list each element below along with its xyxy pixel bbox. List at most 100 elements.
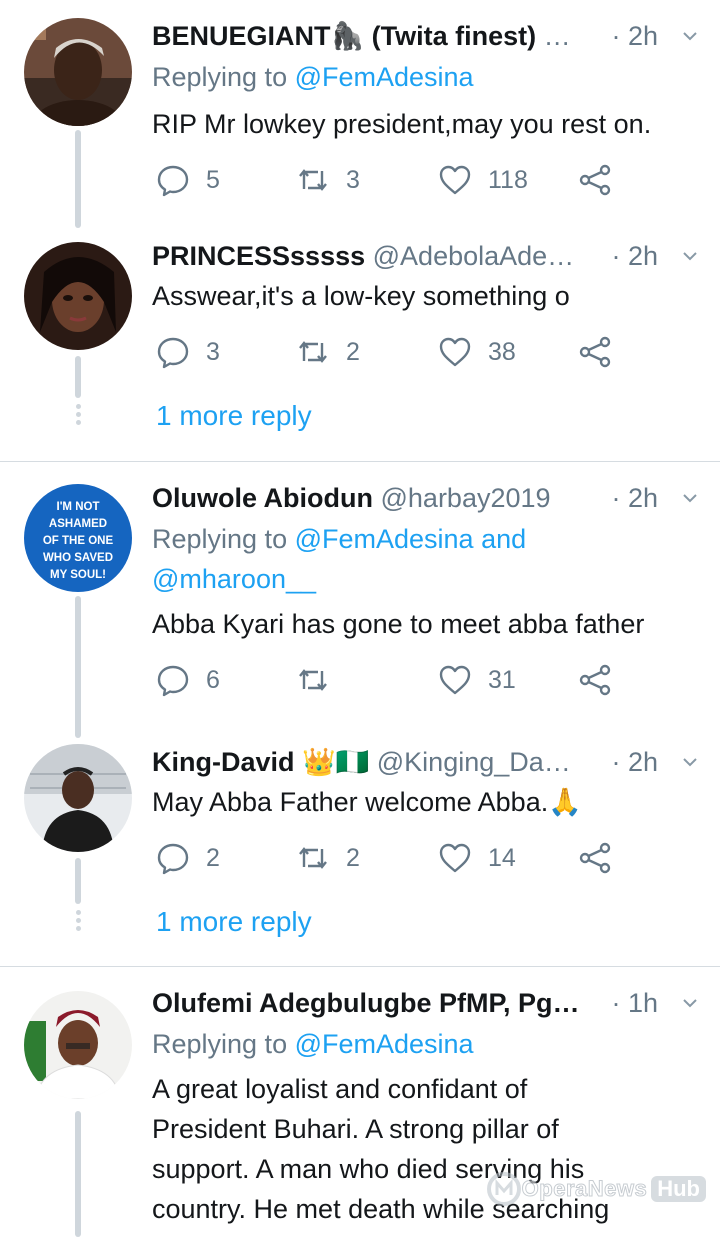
like-count: 31	[488, 665, 516, 694]
replying-to: Replying to @FemAdesina	[152, 62, 474, 92]
share-icon	[579, 842, 611, 874]
display-name[interactable]: Oluwole Abiodun	[152, 483, 373, 513]
handle[interactable]: …	[544, 21, 571, 51]
retweet-button[interactable]: 2	[296, 332, 360, 372]
display-name[interactable]: Olufemi Adegbulugbe PfMP, Pg…	[152, 988, 580, 1018]
reply-icon	[157, 843, 189, 875]
avatar[interactable]: I'M NOT ASHAMED OF THE ONE WHO SAVED MY …	[24, 484, 132, 592]
like-count: 38	[488, 337, 516, 366]
tweet-1[interactable]: BENUEGIANT🦍 (Twita finest) … · 2h Replyi…	[0, 0, 720, 228]
mention-link[interactable]: @FemAdesina	[295, 62, 474, 92]
more-replies-link[interactable]: 1 more reply	[156, 902, 312, 942]
tweet-text: May Abba Father welcome Abba.🙏	[152, 787, 582, 817]
tweet-header: PRINCESSsssss @AdebolaAde… · 2h	[152, 236, 700, 276]
more-replies-dots	[75, 404, 81, 428]
tweet-header: King-David 👑🇳🇬 @Kinging_Da… · 2h	[152, 742, 700, 782]
share-button[interactable]	[578, 660, 612, 700]
thread-line	[75, 858, 81, 904]
timestamp[interactable]: · 2h	[605, 478, 658, 518]
replying-to: Replying to @FemAdesina	[152, 1029, 474, 1059]
reply-count: 5	[206, 165, 220, 194]
like-button[interactable]: 14	[438, 838, 516, 878]
avatar-text-line: WHO SAVED	[43, 552, 113, 564]
display-name[interactable]: BENUEGIANT🦍 (Twita finest)	[152, 21, 536, 51]
replying-to-continued: @mharoon__	[152, 560, 316, 599]
retweet-button[interactable]: 2	[296, 838, 360, 878]
share-button[interactable]	[578, 160, 612, 200]
handle[interactable]: @Kinging_Da…	[377, 747, 571, 777]
tweet-2[interactable]: PRINCESSsssss @AdebolaAde… · 2h Asswear,…	[0, 228, 720, 460]
timestamp[interactable]: · 2h	[605, 16, 658, 56]
like-count: 14	[488, 843, 516, 872]
avatar-text-line: OF THE ONE	[43, 535, 114, 547]
timestamp[interactable]: · 2h	[605, 236, 658, 276]
watermark-text: OperaNews	[521, 1176, 648, 1202]
more-replies-dots	[75, 910, 81, 934]
avatar[interactable]	[24, 991, 132, 1099]
reply-button[interactable]: 3	[156, 332, 220, 372]
retweet-icon	[299, 169, 327, 191]
tweet-header: BENUEGIANT🦍 (Twita finest) … · 2h	[152, 16, 700, 56]
like-button[interactable]: 118	[438, 160, 528, 200]
mention-link[interactable]: @FemAdesina	[295, 1029, 474, 1059]
tweet-text-line: A great loyalist and confidant of	[152, 1074, 528, 1104]
heart-icon	[439, 843, 471, 873]
share-icon	[579, 164, 611, 196]
chevron-down-icon[interactable]	[682, 28, 698, 44]
retweet-icon	[299, 669, 327, 691]
reply-button[interactable]: 2	[156, 838, 220, 878]
retweet-count: 3	[346, 165, 360, 194]
handle[interactable]: @harbay2019	[381, 483, 551, 513]
retweet-count: 2	[346, 843, 360, 872]
tweet-header: Olufemi Adegbulugbe PfMP, Pg… · 1h	[152, 983, 700, 1023]
thread-line	[75, 596, 81, 738]
chevron-down-icon[interactable]	[682, 995, 698, 1011]
reply-icon	[157, 337, 189, 369]
more-replies-link[interactable]: 1 more reply	[156, 396, 312, 436]
timestamp[interactable]: · 2h	[605, 742, 658, 782]
tweet-actions: 6 31	[152, 660, 632, 700]
tweet-4[interactable]: King-David 👑🇳🇬 @Kinging_Da… · 2h May Abb…	[0, 738, 720, 966]
retweet-button[interactable]: 3	[296, 160, 360, 200]
retweet-icon	[299, 847, 327, 869]
share-icon	[579, 336, 611, 368]
tweet-3[interactable]: I'M NOT ASHAMED OF THE ONE WHO SAVED MY …	[0, 462, 720, 738]
display-name[interactable]: PRINCESSsssss	[152, 241, 365, 271]
chevron-down-icon[interactable]	[682, 754, 698, 770]
opera-news-logo-icon	[486, 1172, 521, 1206]
thread-line	[75, 356, 81, 398]
reply-count: 6	[206, 665, 220, 694]
tweet-header: Oluwole Abiodun @harbay2019 · 2h	[152, 478, 700, 518]
display-name[interactable]: King-David 👑🇳🇬	[152, 747, 369, 777]
tweet-text: RIP Mr lowkey president,may you rest on.	[152, 109, 652, 139]
thread-line	[75, 1111, 81, 1237]
chevron-down-icon[interactable]	[682, 490, 698, 506]
like-button[interactable]: 31	[438, 660, 516, 700]
reply-count: 3	[206, 337, 220, 366]
retweet-button[interactable]	[296, 660, 346, 700]
heart-icon	[439, 665, 471, 695]
heart-icon	[439, 165, 471, 195]
reply-button[interactable]: 5	[156, 160, 220, 200]
avatar-text-line: MY SOUL!	[50, 569, 106, 581]
avatar-text-line: ASHAMED	[49, 518, 107, 530]
chevron-down-icon[interactable]	[682, 248, 698, 264]
tweet-actions: 3 2 38	[152, 332, 632, 372]
retweet-icon	[299, 341, 327, 363]
reply-button[interactable]: 6	[156, 660, 220, 700]
avatar[interactable]	[24, 18, 132, 126]
like-button[interactable]: 38	[438, 332, 516, 372]
timestamp[interactable]: · 1h	[605, 983, 658, 1023]
handle[interactable]: @AdebolaAde…	[373, 241, 575, 271]
avatar[interactable]	[24, 744, 132, 852]
replying-to: Replying to @FemAdesina and	[152, 524, 527, 554]
share-button[interactable]	[578, 838, 612, 878]
mention-link[interactable]: @FemAdesina and	[295, 524, 527, 554]
watermark: OperaNews Hub	[486, 1171, 706, 1207]
heart-icon	[439, 337, 471, 367]
share-icon	[579, 664, 611, 696]
share-button[interactable]	[578, 332, 612, 372]
mention-link[interactable]: @mharoon__	[152, 564, 316, 594]
avatar[interactable]	[24, 242, 132, 350]
tweet-actions: 5 3 118	[152, 160, 632, 200]
